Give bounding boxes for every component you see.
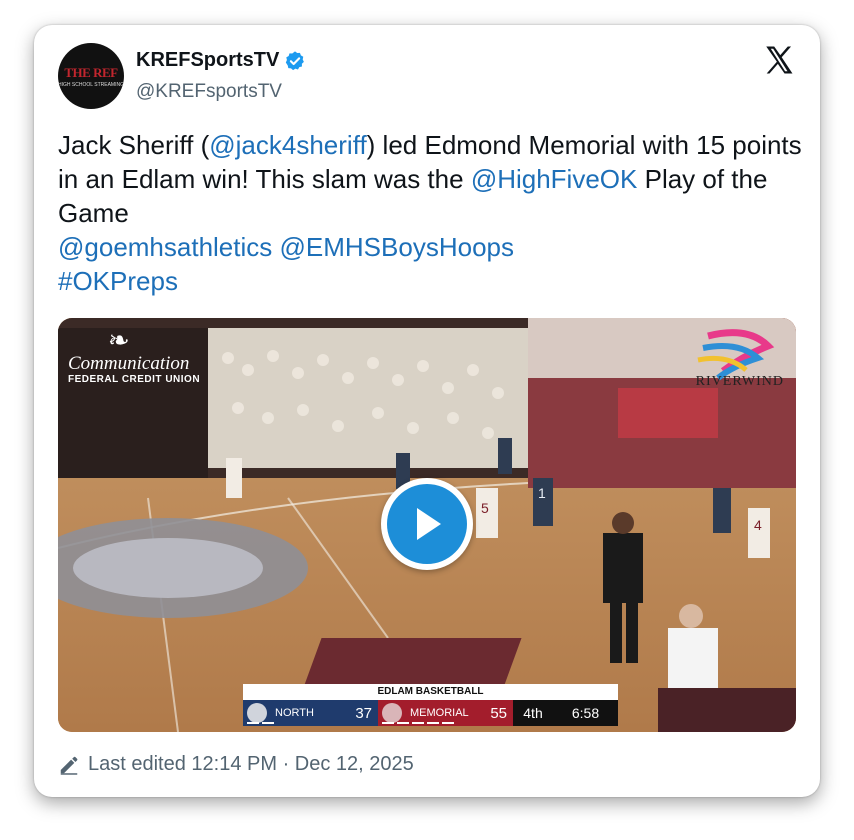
sponsor-logo-left: ❧ Communication FEDERAL CREDIT UNION: [68, 326, 200, 385]
game-clock: 6:58: [553, 700, 618, 726]
jersey-number: 5: [481, 500, 489, 516]
away-timeouts: [382, 722, 454, 724]
pencil-icon: [60, 756, 78, 775]
avatar-logo-text: THE REF: [64, 64, 118, 80]
away-team-name: MEMORIAL: [410, 707, 469, 719]
edited-timestamp[interactable]: Last edited 12:14 PM · Dec 12, 2025: [88, 753, 414, 776]
bird-icon: ❧: [108, 325, 130, 355]
scorebug-title: EDLAM BASKETBALL: [243, 684, 618, 700]
video-player[interactable]: 5 1 4 ❧ Communication FEDERAL CREDIT UNI…: [58, 318, 796, 732]
jersey-number: 4: [754, 517, 762, 533]
mention-emhsboyshoops[interactable]: @EMHSBoysHoops: [280, 232, 514, 262]
x-logo-icon[interactable]: [762, 43, 796, 77]
sponsor-left-sub: FEDERAL CREDIT UNION: [68, 374, 201, 385]
home-team-logo-icon: [247, 703, 267, 723]
display-name[interactable]: KREFSportsTV: [136, 49, 279, 72]
author-name-row: KREFSportsTV: [136, 49, 306, 72]
home-timeouts: [247, 722, 274, 724]
tweet-text: Jack Sheriff (@jack4sheriff) led Edmond …: [58, 128, 808, 298]
jersey-number: 1: [538, 485, 546, 501]
home-team-panel: NORTH 37: [243, 700, 378, 726]
author-handle[interactable]: @KREFsportsTV: [136, 81, 282, 103]
mention-jack4sheriff[interactable]: @jack4sheriff: [209, 130, 366, 160]
hashtag-okpreps[interactable]: #OKPreps: [58, 266, 178, 296]
away-team-logo-icon: [382, 703, 402, 723]
away-team-panel: MEMORIAL 55: [378, 700, 513, 726]
home-team-name: NORTH: [275, 707, 314, 719]
scorebug: EDLAM BASKETBALL NORTH 37 MEMORIAL 55 4t…: [243, 684, 618, 726]
tweet-card: THE REF HIGH SCHOOL STREAMING KREFSports…: [34, 25, 820, 797]
verified-badge-icon: [286, 50, 305, 70]
avatar-logo-subtext: HIGH SCHOOL STREAMING: [58, 81, 124, 88]
sponsor-right-name: RIVERWIND: [695, 374, 784, 389]
play-icon: [417, 508, 441, 540]
play-button-fill: [387, 484, 467, 564]
play-button[interactable]: [381, 478, 473, 570]
avatar[interactable]: THE REF HIGH SCHOOL STREAMING: [58, 43, 124, 109]
game-period: 4th: [513, 700, 553, 726]
mention-highfiveok[interactable]: @HighFiveOK: [471, 164, 638, 194]
tweet-text-segment: Jack Sheriff (: [58, 130, 210, 160]
tweet-footer: Last edited 12:14 PM · Dec 12, 2025: [58, 753, 414, 776]
away-team-score: 55: [490, 704, 507, 722]
scorebug-row: NORTH 37 MEMORIAL 55 4th 6:58: [243, 700, 618, 726]
sponsor-left-name: Communication: [68, 353, 190, 374]
sponsor-logo-right: RIVERWIND: [668, 326, 788, 392]
home-team-score: 37: [355, 704, 372, 722]
mention-goemhsathletics[interactable]: @goemhsathletics: [58, 232, 272, 262]
